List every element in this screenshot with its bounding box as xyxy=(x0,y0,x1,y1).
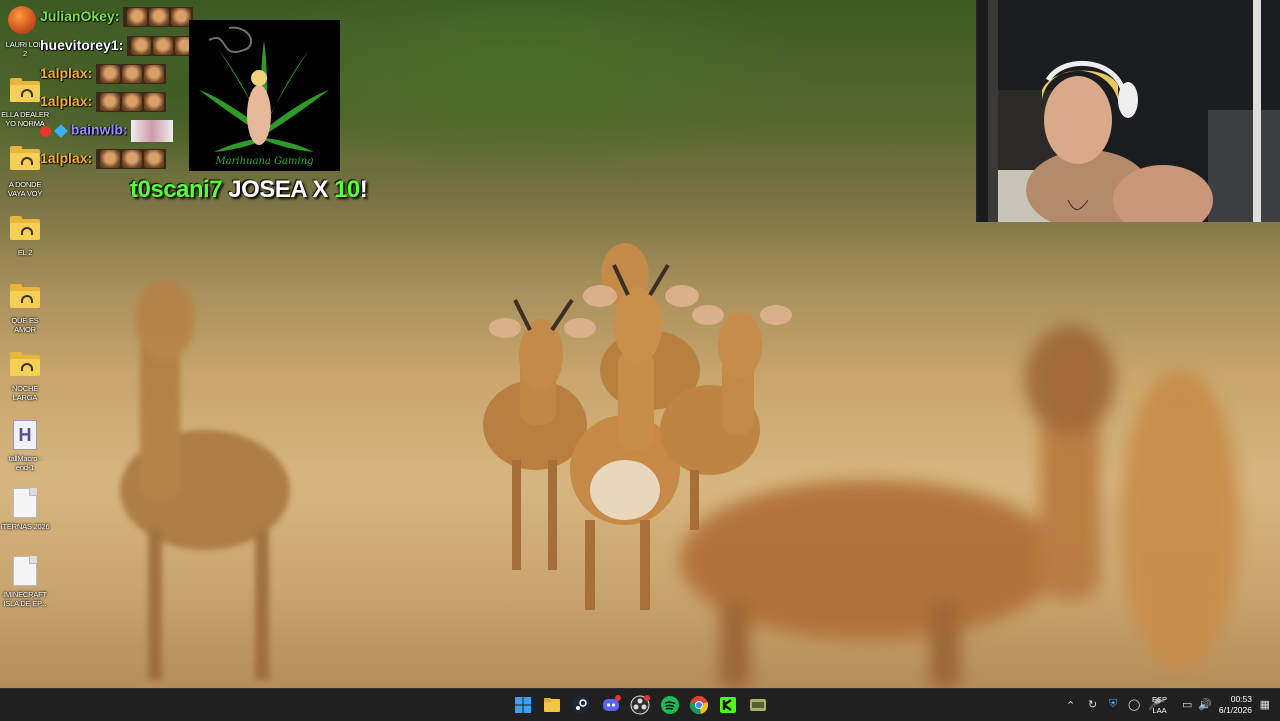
chat-image-emote xyxy=(131,120,174,142)
desktop-icon-label: ITERNAS 2026 xyxy=(0,522,50,531)
chat-username: 1alplax: xyxy=(40,92,93,109)
game-icon[interactable] xyxy=(748,695,768,715)
desktop-icon-minecraft[interactable]: IMINECRAFT ISLA DE EP... xyxy=(0,556,50,608)
desktop-icon-label: EL 2 xyxy=(17,248,33,257)
folder-icon xyxy=(10,352,40,376)
webcam-image xyxy=(978,0,1280,222)
desktop-icon-tallmacro[interactable]: H tallMacro - end-1 xyxy=(0,420,50,472)
alert-count: 10 xyxy=(334,176,360,203)
promo-caption: Marihuana Gaming xyxy=(215,156,314,167)
volume-icon[interactable]: 🔊 xyxy=(1198,698,1212,711)
promo-image: Marihuana Gaming xyxy=(189,20,340,171)
app-avatar-icon[interactable] xyxy=(8,6,36,34)
chat-emotes xyxy=(127,36,198,57)
chat-emotes xyxy=(96,92,167,113)
clock-time: 00:53 xyxy=(1230,694,1252,704)
folder-icon xyxy=(10,146,40,170)
mod-badge-icon xyxy=(40,125,51,137)
chat-message: huevitorey1: xyxy=(40,36,198,57)
desktop-icon-folder-que-es-amor[interactable]: QUE ES AMOR xyxy=(0,284,50,334)
chat-username: 1alplax: xyxy=(40,149,93,166)
folder-icon xyxy=(10,284,40,308)
chrome-icon[interactable] xyxy=(689,695,709,715)
desktop-icon-folder-el-2[interactable]: EL 2 xyxy=(0,216,50,257)
chevron-up-icon[interactable]: ⌃ xyxy=(1066,699,1075,712)
language-indicator[interactable]: ESP LAA xyxy=(1152,694,1167,716)
kick-icon[interactable] xyxy=(718,695,738,715)
chat-username: huevitorey1: xyxy=(40,36,124,53)
windows-start-icon[interactable] xyxy=(513,695,533,715)
spotify-icon[interactable] xyxy=(660,695,680,715)
chat-emotes xyxy=(96,64,167,85)
taskbar: ⌃ ↻ ⛨ ◯ 🎤 ESP LAA ▭ 🔊 00:53 6/1/2026 ▦ xyxy=(0,688,1280,721)
chat-username: bainwlb: xyxy=(70,121,128,138)
sub-badge-icon xyxy=(54,124,68,138)
desktop-icon-label: QUE ES AMOR xyxy=(11,316,39,334)
chat-username: JulianOkey: xyxy=(40,7,120,24)
chat-message: JulianOkey: xyxy=(40,7,194,28)
chat-message: 1alplax: xyxy=(40,149,167,170)
steam-icon[interactable] xyxy=(571,695,591,715)
desktop-icon-label: IMINECRAFT ISLA DE EP... xyxy=(3,590,47,608)
chat-message: bainwlb: xyxy=(40,120,174,142)
language-bottom: LAA xyxy=(1152,706,1167,715)
stream-alert: t0scani7 JOSEA X 10! xyxy=(130,176,368,204)
file-explorer-icon[interactable] xyxy=(542,695,562,715)
shield-icon[interactable]: ⛨ xyxy=(1109,698,1117,711)
desktop-icon-label: tallMacro - end-1 xyxy=(8,454,42,472)
clock-date: 6/1/2026 xyxy=(1218,705,1252,715)
chat-message: 1alplax: xyxy=(40,92,167,113)
system-clock[interactable]: 00:53 6/1/2026 xyxy=(1219,694,1252,716)
cannabis-leaf-icon xyxy=(199,26,329,152)
h-document-icon: H xyxy=(13,420,37,450)
obs-icon[interactable] xyxy=(630,695,650,715)
desktop-icon-label: A DONDE VAYA VOY xyxy=(7,180,43,198)
desktop-icon-label: NOCHE LARGA xyxy=(11,384,39,402)
chat-emotes xyxy=(96,149,167,170)
folder-icon xyxy=(10,216,40,240)
document-icon xyxy=(13,488,37,518)
alert-user: t0scani7 xyxy=(130,176,223,203)
alert-action: JOSEA X xyxy=(222,176,335,203)
language-top: ESP xyxy=(1152,695,1168,704)
monitor-icon[interactable]: ▭ xyxy=(1182,698,1192,711)
desktop-icon-iternas[interactable]: ITERNAS 2026 xyxy=(0,488,50,531)
document-icon xyxy=(13,556,37,586)
chat-username: 1alplax: xyxy=(40,64,93,81)
chat-emotes xyxy=(123,7,194,28)
discord-icon[interactable] xyxy=(601,695,621,715)
notifications-icon[interactable]: ▦ xyxy=(1260,698,1270,711)
sync-icon[interactable]: ↻ xyxy=(1088,698,1097,711)
webcam-feed xyxy=(976,0,1280,222)
chat-message: 1alplax: xyxy=(40,64,167,85)
folder-icon xyxy=(10,78,40,102)
alert-suffix: ! xyxy=(359,176,368,203)
desktop-icon-folder-noche-larga[interactable]: NOCHE LARGA xyxy=(0,352,50,402)
security-icon[interactable]: ◯ xyxy=(1128,698,1140,711)
